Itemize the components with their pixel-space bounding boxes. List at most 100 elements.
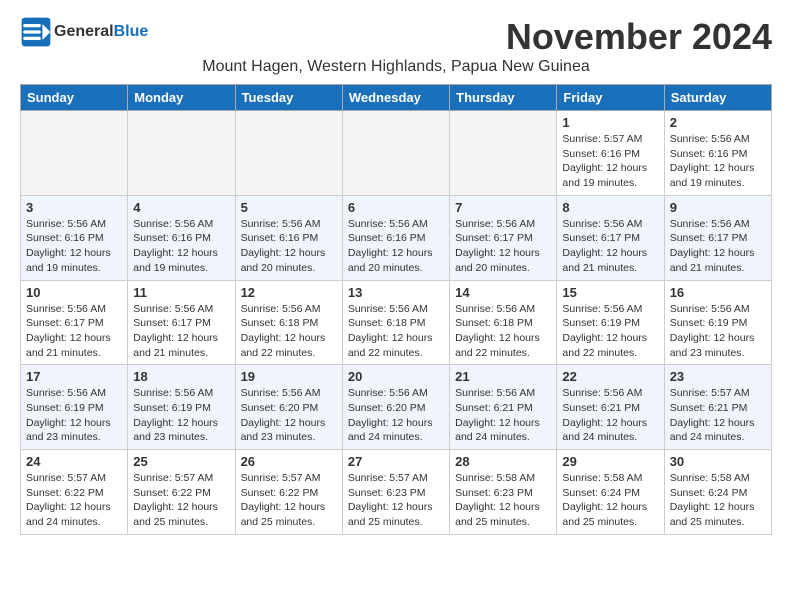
calendar-week-row: 24 Sunrise: 5:57 AM Sunset: 6:22 PM Dayli… (21, 450, 772, 535)
day-info: Sunrise: 5:56 AM Sunset: 6:19 PM Dayligh… (562, 302, 658, 361)
calendar-cell (128, 111, 235, 196)
calendar-cell: 19Sunrise: 5:56 AM Sunset: 6:20 PM Dayli… (235, 365, 342, 450)
day-info: Sunrise: 5:56 AM Sunset: 6:19 PM Dayligh… (26, 386, 122, 445)
calendar-cell: 14 Sunrise: 5:56 AM Sunset: 6:18 PM Dayli… (450, 280, 557, 365)
calendar-cell: 23 Sunrise: 5:57 AM Sunset: 6:21 PM Dayli… (664, 365, 771, 450)
day-info: Sunrise: 5:57 AM Sunset: 6:22 PM Dayligh… (26, 471, 122, 530)
calendar-cell: 27Sunrise: 5:57 AM Sunset: 6:23 PM Dayli… (342, 450, 449, 535)
day-info: Sunrise: 5:56 AM Sunset: 6:20 PM Dayligh… (348, 386, 444, 445)
calendar-cell (21, 111, 128, 196)
day-info: Sunrise: 5:56 AM Sunset: 6:21 PM Dayligh… (562, 386, 658, 445)
day-number: 11 (133, 285, 229, 300)
day-info: Sunrise: 5:56 AM Sunset: 6:17 PM Dayligh… (455, 217, 551, 276)
calendar-cell: 10 Sunrise: 5:56 AM Sunset: 6:17 PM Dayli… (21, 280, 128, 365)
day-number: 7 (455, 200, 551, 215)
calendar-cell: 21 Sunrise: 5:56 AM Sunset: 6:21 PM Dayli… (450, 365, 557, 450)
day-number: 22 (562, 369, 658, 384)
calendar-cell (235, 111, 342, 196)
calendar-cell: 20 Sunrise: 5:56 AM Sunset: 6:20 PM Dayli… (342, 365, 449, 450)
logo-text: GeneralBlue (54, 23, 148, 41)
calendar-cell: 25 Sunrise: 5:57 AM Sunset: 6:22 PM Dayli… (128, 450, 235, 535)
calendar-day-header: Thursday (450, 85, 557, 111)
page: GeneralBlue November 2024 Mount Hagen, W… (0, 0, 792, 551)
day-number: 23 (670, 369, 766, 384)
calendar-week-row: 17 Sunrise: 5:56 AM Sunset: 6:19 PM Dayli… (21, 365, 772, 450)
day-number: 5 (241, 200, 337, 215)
day-info: Sunrise: 5:56 AM Sunset: 6:21 PM Dayligh… (455, 386, 551, 445)
day-number: 26 (241, 454, 337, 469)
day-number: 12 (241, 285, 337, 300)
day-number: 15 (562, 285, 658, 300)
calendar-day-header: Tuesday (235, 85, 342, 111)
day-info: Sunrise: 5:56 AM Sunset: 6:17 PM Dayligh… (562, 217, 658, 276)
day-number: 14 (455, 285, 551, 300)
day-number: 2 (670, 115, 766, 130)
day-info: Sunrise: 5:56 AM Sunset: 6:16 PM Dayligh… (241, 217, 337, 276)
calendar-cell: 29Sunrise: 5:58 AM Sunset: 6:24 PM Dayli… (557, 450, 664, 535)
day-info: Sunrise: 5:56 AM Sunset: 6:17 PM Dayligh… (26, 302, 122, 361)
calendar-cell: 28 Sunrise: 5:58 AM Sunset: 6:23 PM Dayli… (450, 450, 557, 535)
calendar-cell: 2 Sunrise: 5:56 AM Sunset: 6:16 PM Daylig… (664, 111, 771, 196)
calendar-cell: 11 Sunrise: 5:56 AM Sunset: 6:17 PM Dayli… (128, 280, 235, 365)
title-section: November 2024 (506, 16, 772, 58)
calendar-cell: 17 Sunrise: 5:56 AM Sunset: 6:19 PM Dayli… (21, 365, 128, 450)
day-info: Sunrise: 5:56 AM Sunset: 6:16 PM Dayligh… (348, 217, 444, 276)
day-info: Sunrise: 5:57 AM Sunset: 6:21 PM Dayligh… (670, 386, 766, 445)
day-number: 20 (348, 369, 444, 384)
day-number: 16 (670, 285, 766, 300)
day-info: Sunrise: 5:56 AM Sunset: 6:18 PM Dayligh… (455, 302, 551, 361)
calendar-cell: 18 Sunrise: 5:56 AM Sunset: 6:19 PM Dayli… (128, 365, 235, 450)
calendar-cell: 3 Sunrise: 5:56 AM Sunset: 6:16 PM Daylig… (21, 195, 128, 280)
day-info: Sunrise: 5:56 AM Sunset: 6:16 PM Dayligh… (26, 217, 122, 276)
day-info: Sunrise: 5:58 AM Sunset: 6:24 PM Dayligh… (670, 471, 766, 530)
calendar-cell: 7 Sunrise: 5:56 AM Sunset: 6:17 PM Daylig… (450, 195, 557, 280)
calendar-cell: 9 Sunrise: 5:56 AM Sunset: 6:17 PM Daylig… (664, 195, 771, 280)
calendar-cell: 1Sunrise: 5:57 AM Sunset: 6:16 PM Daylig… (557, 111, 664, 196)
calendar: SundayMondayTuesdayWednesdayThursdayFrid… (20, 84, 772, 535)
calendar-week-row: 10 Sunrise: 5:56 AM Sunset: 6:17 PM Dayli… (21, 280, 772, 365)
day-number: 13 (348, 285, 444, 300)
calendar-cell: 5 Sunrise: 5:56 AM Sunset: 6:16 PM Daylig… (235, 195, 342, 280)
day-number: 17 (26, 369, 122, 384)
day-info: Sunrise: 5:56 AM Sunset: 6:16 PM Dayligh… (133, 217, 229, 276)
day-number: 28 (455, 454, 551, 469)
day-number: 9 (670, 200, 766, 215)
calendar-cell: 22 Sunrise: 5:56 AM Sunset: 6:21 PM Dayli… (557, 365, 664, 450)
day-info: Sunrise: 5:56 AM Sunset: 6:17 PM Dayligh… (670, 217, 766, 276)
day-number: 4 (133, 200, 229, 215)
day-info: Sunrise: 5:56 AM Sunset: 6:19 PM Dayligh… (133, 386, 229, 445)
day-number: 10 (26, 285, 122, 300)
calendar-cell (450, 111, 557, 196)
day-info: Sunrise: 5:56 AM Sunset: 6:20 PM Dayligh… (241, 386, 337, 445)
calendar-cell: 6 Sunrise: 5:56 AM Sunset: 6:16 PM Daylig… (342, 195, 449, 280)
day-info: Sunrise: 5:56 AM Sunset: 6:17 PM Dayligh… (133, 302, 229, 361)
day-number: 24 (26, 454, 122, 469)
logo-icon (20, 16, 52, 48)
day-number: 25 (133, 454, 229, 469)
subtitle: Mount Hagen, Western Highlands, Papua Ne… (20, 58, 772, 76)
month-title: November 2024 (506, 16, 772, 58)
calendar-cell (342, 111, 449, 196)
calendar-day-header: Friday (557, 85, 664, 111)
day-number: 6 (348, 200, 444, 215)
day-info: Sunrise: 5:58 AM Sunset: 6:23 PM Dayligh… (455, 471, 551, 530)
calendar-cell: 26 Sunrise: 5:57 AM Sunset: 6:22 PM Dayli… (235, 450, 342, 535)
calendar-cell: 4 Sunrise: 5:56 AM Sunset: 6:16 PM Daylig… (128, 195, 235, 280)
day-number: 3 (26, 200, 122, 215)
day-info: Sunrise: 5:57 AM Sunset: 6:22 PM Dayligh… (241, 471, 337, 530)
calendar-day-header: Monday (128, 85, 235, 111)
day-number: 30 (670, 454, 766, 469)
day-info: Sunrise: 5:56 AM Sunset: 6:16 PM Dayligh… (670, 132, 766, 191)
day-info: Sunrise: 5:56 AM Sunset: 6:19 PM Dayligh… (670, 302, 766, 361)
day-info: Sunrise: 5:56 AM Sunset: 6:18 PM Dayligh… (348, 302, 444, 361)
day-number: 21 (455, 369, 551, 384)
day-number: 18 (133, 369, 229, 384)
day-info: Sunrise: 5:57 AM Sunset: 6:23 PM Dayligh… (348, 471, 444, 530)
calendar-cell: 24 Sunrise: 5:57 AM Sunset: 6:22 PM Dayli… (21, 450, 128, 535)
calendar-cell: 13 Sunrise: 5:56 AM Sunset: 6:18 PM Dayli… (342, 280, 449, 365)
day-number: 8 (562, 200, 658, 215)
calendar-cell: 15 Sunrise: 5:56 AM Sunset: 6:19 PM Dayli… (557, 280, 664, 365)
day-number: 29 (562, 454, 658, 469)
calendar-header-row: SundayMondayTuesdayWednesdayThursdayFrid… (21, 85, 772, 111)
day-info: Sunrise: 5:57 AM Sunset: 6:22 PM Dayligh… (133, 471, 229, 530)
